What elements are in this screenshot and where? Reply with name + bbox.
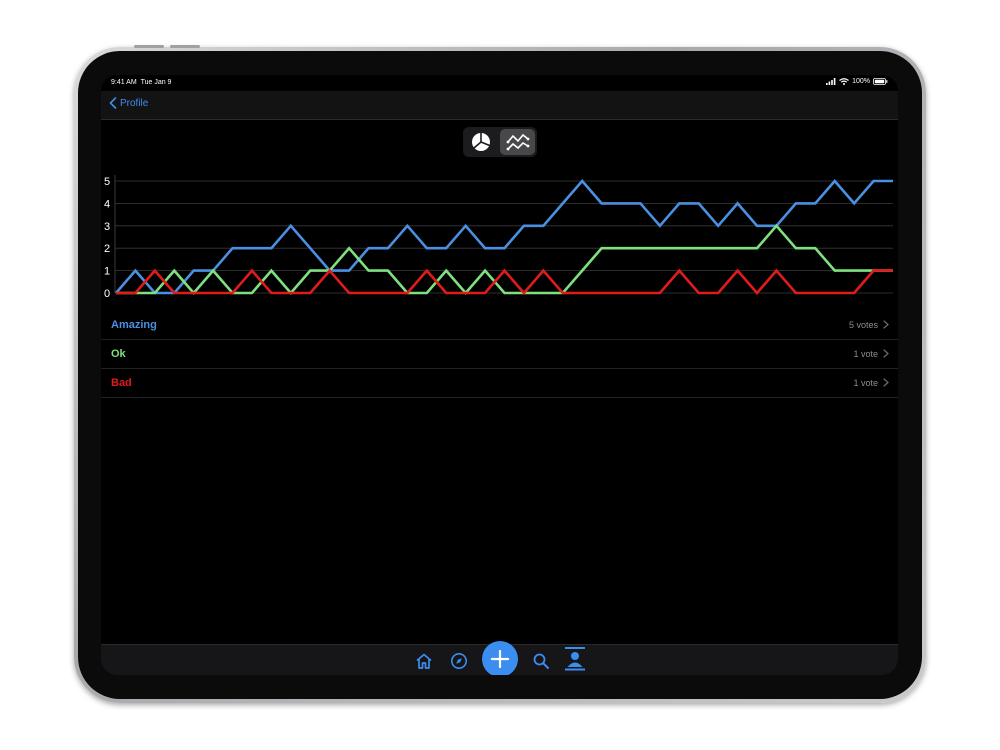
plus-icon [490,649,510,669]
results-list: Amazing 5 votes Ok 1 vote Bad 1 vote [101,311,898,398]
search-icon [533,653,549,669]
y-tick-label: 5 [104,176,110,188]
result-label: Ok [111,348,126,360]
volume-up-button [134,45,164,48]
vote-count: 1 vote [853,349,878,359]
back-button-label: Profile [120,97,149,109]
back-button[interactable]: Profile [109,97,148,109]
wifi-icon [839,78,849,85]
vote-count: 1 vote [853,378,878,388]
status-time: 9:41 AM Tue Jan 9 [111,79,171,86]
profile-icon [565,647,585,671]
tab-profile[interactable] [563,645,587,673]
chevron-right-icon [883,320,889,329]
vote-count: 5 votes [848,320,878,330]
result-label: Bad [111,377,132,389]
volume-down-button [170,45,200,48]
series-line-bad [116,268,893,295]
status-bar: 9:41 AM Tue Jan 9 100% [101,75,898,91]
votes-line-chart: 0 1 2 3 4 5 [104,175,893,300]
app-screen: 9:41 AM Tue Jan 9 100% Profile 0 1 2 3 4… [101,75,898,675]
compass-icon [451,653,467,669]
line-chart-icon [506,133,529,151]
chevron-right-icon [883,349,889,358]
result-row-bad[interactable]: Bad 1 vote [101,369,898,398]
segment-pie-chart[interactable] [463,127,498,157]
y-tick-label: 3 [104,221,110,233]
status-date-text: Tue Jan 9 [140,79,172,86]
pie-chart-icon [471,132,490,151]
y-tick-label: 0 [104,288,110,300]
tab-home[interactable] [412,649,436,673]
result-row-ok[interactable]: Ok 1 vote [101,340,898,369]
navigation-bar: Profile [101,91,898,120]
status-time-text: 9:41 AM [111,79,137,86]
chevron-right-icon [883,378,889,387]
chevron-left-icon [109,97,117,109]
result-label: Amazing [111,319,157,331]
series-line-amazing [115,179,893,295]
y-tick-label: 2 [104,243,110,255]
y-tick-label: 4 [104,198,110,210]
result-row-amazing[interactable]: Amazing 5 votes [101,311,898,340]
segment-line-chart[interactable] [500,129,535,155]
home-icon [416,653,432,669]
battery-icon [873,78,888,85]
cellular-signal-icon [826,78,836,85]
chart-type-segmented-control [463,127,537,157]
tab-explore[interactable] [447,649,471,673]
status-indicators: 100% [826,78,888,85]
tab-search[interactable] [529,649,553,673]
battery-percent: 100% [852,78,870,85]
add-poll-button[interactable] [482,641,518,675]
series-line-ok [116,223,893,295]
y-tick-label: 1 [104,266,110,278]
